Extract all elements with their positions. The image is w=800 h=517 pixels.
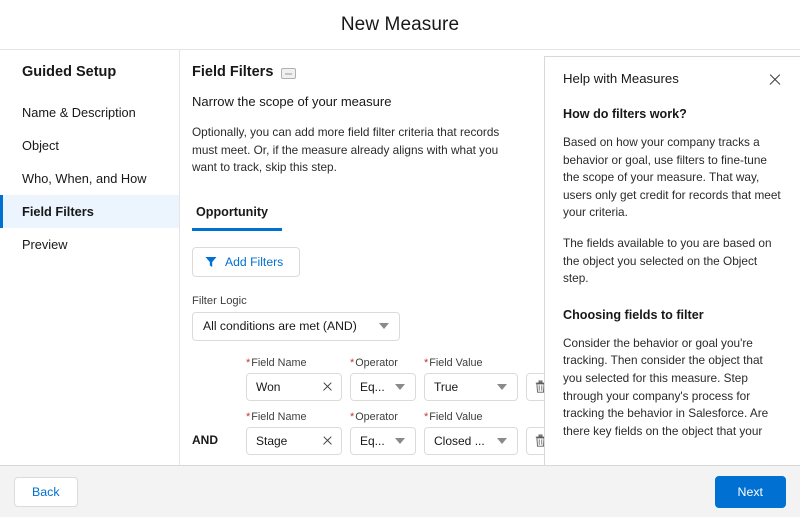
clear-x-icon[interactable] [322, 435, 333, 446]
field-name-value: Stage [256, 433, 288, 448]
operator-label: *Operator [350, 411, 416, 423]
required-marker: * [350, 356, 355, 369]
sidebar-item-label: Field Filters [22, 204, 94, 219]
sidebar-item-object[interactable]: Object [0, 129, 179, 162]
chevron-down-icon [497, 437, 507, 444]
field-value-select[interactable]: Closed ... [424, 426, 518, 455]
required-marker: * [350, 410, 355, 423]
field-name-value: Won [256, 379, 281, 394]
field-name-label-text: Field Name [251, 356, 307, 369]
field-name-group: *Field Name Stage [246, 411, 342, 455]
page-description: Optionally, you can add more field filte… [192, 125, 500, 174]
sidebar-item-label: Preview [22, 237, 68, 252]
help-section-paragraph: Based on how your company tracks a behav… [563, 135, 781, 220]
required-marker: * [246, 410, 251, 423]
window-titlebar: New Measure [0, 0, 800, 50]
operator-label-text: Operator [355, 410, 398, 423]
field-value-select[interactable]: True [424, 372, 518, 401]
field-name-input[interactable]: Won [246, 372, 342, 401]
tab-label: Opportunity [196, 204, 269, 219]
sidebar-heading: Guided Setup [22, 64, 117, 80]
help-panel: Help with Measures How do filters work? … [544, 56, 800, 465]
field-name-label: *Field Name [246, 411, 342, 423]
help-section-heading: How do filters work? [563, 107, 687, 121]
field-value-label: *Field Value [424, 357, 518, 369]
field-value-label-text: Field Value [429, 410, 483, 423]
operator-value: Eq... [360, 433, 385, 448]
field-name-label: *Field Name [246, 357, 342, 369]
add-filters-label: Add Filters [225, 254, 284, 269]
field-value-label-text: Field Value [429, 356, 483, 369]
tab-opportunity[interactable]: Opportunity [192, 203, 283, 231]
sidebar-item-name-and-description[interactable]: Name & Description [0, 96, 179, 129]
operator-label-text: Operator [355, 356, 398, 369]
chevron-down-icon [395, 437, 405, 444]
body-area: Guided Setup Name & Description Object W… [0, 50, 800, 465]
next-button[interactable]: Next [714, 475, 786, 508]
sidebar-item-preview[interactable]: Preview [0, 228, 179, 261]
help-panel-title: Help with Measures [563, 71, 679, 86]
field-value-group: *Field Value Closed ... [424, 411, 518, 455]
required-marker: * [424, 410, 429, 423]
field-value-label: *Field Value [424, 411, 518, 423]
clear-x-icon[interactable] [322, 381, 333, 392]
filter-logic-value: All conditions are met (AND) [203, 319, 357, 333]
operator-value: Eq... [360, 379, 385, 394]
required-marker: * [424, 356, 429, 369]
chevron-down-icon [395, 383, 405, 390]
filter-funnel-icon [205, 256, 217, 267]
help-section-heading: Choosing fields to filter [563, 307, 704, 322]
add-filters-button[interactable]: Add Filters [192, 246, 301, 277]
new-measure-window: New Measure Guided Setup Name & Descript… [0, 0, 800, 517]
operator-group: *Operator Eq... [350, 357, 416, 401]
guided-setup-sidebar: Guided Setup Name & Description Object W… [0, 50, 180, 465]
footer: Back Next [0, 465, 800, 517]
object-tabs: Opportunity [192, 203, 283, 231]
window-title: New Measure [340, 13, 460, 35]
field-name-label-text: Field Name [251, 410, 307, 423]
page-title: Field Filters [192, 64, 274, 80]
conjunction-label: AND [192, 432, 218, 447]
close-icon[interactable] [768, 73, 782, 87]
chevron-down-icon [497, 383, 507, 390]
operator-select[interactable]: Eq... [350, 426, 416, 455]
field-value-value: Closed ... [434, 433, 485, 448]
sidebar-item-label: Object [22, 138, 59, 153]
field-value-value: True [434, 379, 459, 394]
operator-label: *Operator [350, 357, 416, 369]
sidebar-item-label: Name & Description [22, 105, 136, 120]
help-section-paragraph: The fields available to you are based on… [563, 235, 772, 286]
filter-logic-select[interactable]: All conditions are met (AND) [192, 311, 400, 341]
info-badge-icon[interactable] [281, 67, 297, 79]
field-value-group: *Field Value True [424, 357, 518, 401]
operator-group: *Operator Eq... [350, 411, 416, 455]
help-section-paragraph: Consider the behavior or goal you're tra… [563, 335, 769, 438]
field-name-group: *Field Name Won [246, 357, 342, 401]
chevron-down-icon [379, 323, 389, 329]
sidebar-item-label: Who, When, and How [22, 171, 147, 186]
field-name-input[interactable]: Stage [246, 426, 342, 455]
operator-select[interactable]: Eq... [350, 372, 416, 401]
back-button[interactable]: Back [14, 476, 78, 507]
sidebar-item-who-when-and-how[interactable]: Who, When, and How [0, 162, 179, 195]
sidebar-item-field-filters[interactable]: Field Filters [0, 195, 179, 228]
help-panel-header: Help with Measures [563, 71, 782, 87]
required-marker: * [246, 356, 251, 369]
